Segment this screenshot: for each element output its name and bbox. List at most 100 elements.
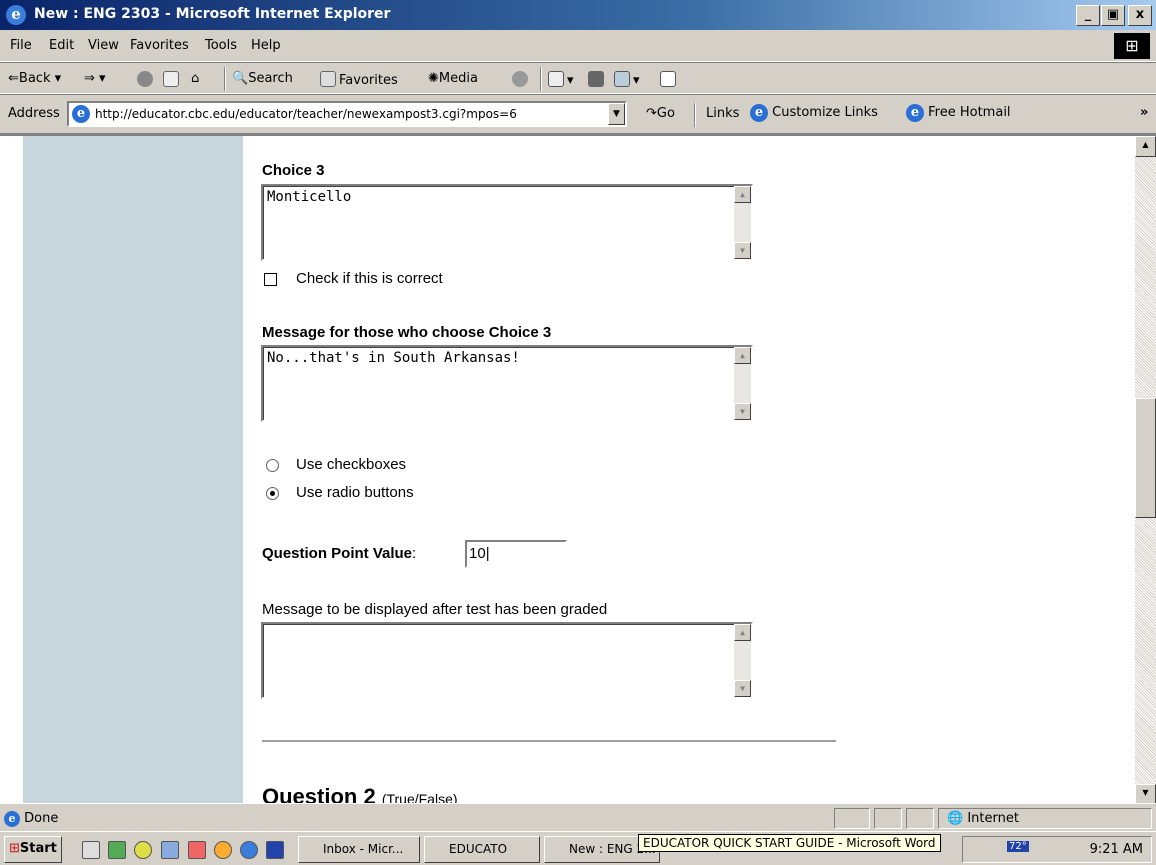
refresh-button[interactable] [163,71,182,88]
history-icon [512,71,528,87]
taskbar-tooltip: EDUCATOR QUICK START GUIDE - Microsoft W… [638,834,941,852]
use-checkboxes-label: Use checkboxes [296,456,407,473]
status-text-wrap: e Done [4,811,58,827]
choice-label: Choice 3 [262,162,325,179]
menu-tools[interactable]: Tools [205,38,237,53]
word-edit-icon [614,71,630,87]
home-icon: ⌂ [191,71,200,86]
scroll-up-icon[interactable]: ▲ [734,186,751,203]
free-hotmail-link[interactable]: e Free Hotmail [906,104,1011,122]
menu-view[interactable]: View [88,38,119,53]
task-inbox[interactable]: Inbox - Micr... [298,836,420,863]
quick-launch-icon[interactable] [188,841,206,859]
window-title: New : ENG 2303 - Microsoft Internet Expl… [34,6,391,22]
search-icon: 🔍 [232,71,249,86]
textarea-scrollbar[interactable]: ▲ ▼ [734,347,751,420]
scroll-down-icon[interactable]: ▼ [734,403,751,420]
media-player-icon[interactable] [134,841,152,859]
go-arrow-icon: ↷ [646,106,657,121]
window-title-bar[interactable]: e New : ENG 2303 - Microsoft Internet Ex… [0,0,1156,30]
page-icon: e [4,811,20,827]
toolbar: ⇐Back ▾ ⇒ ▾ ⌂ 🔍Search Favorites ✺Media ▾… [0,62,1156,94]
use-radio-buttons-radio[interactable] [266,487,279,500]
message-textarea[interactable]: No...that's in South Arkansas! ▲ ▼ [261,345,753,422]
refresh-icon [163,71,179,87]
print-button[interactable] [588,71,607,88]
page-content: Choice 3 Monticello ▲ ▼ Check if this is… [0,134,1156,803]
globe-icon: 🌐 [947,811,964,826]
forward-button[interactable]: ⇒ ▾ [84,71,106,86]
security-zone: 🌐 Internet [938,808,1152,829]
left-sidebar [23,136,243,803]
task-educator[interactable]: EDUCATO [424,836,540,863]
go-button[interactable]: ↷Go [646,106,675,121]
scroll-down-icon[interactable]: ▼ [734,680,751,697]
discuss-button[interactable] [660,71,679,88]
address-label: Address [8,106,60,121]
print-icon [588,71,604,87]
edit-button[interactable]: ▾ [614,71,640,88]
scroll-down-icon[interactable]: ▼ [734,242,751,259]
stop-icon [137,71,153,87]
scroll-up-icon[interactable]: ▲ [734,347,751,364]
menu-help[interactable]: Help [251,38,281,53]
windows-logo-icon: ⊞ [1114,33,1150,59]
start-button[interactable]: ⊞Start [4,836,62,863]
system-tray: 72° 9:21 AM [962,836,1152,863]
close-button[interactable]: x [1128,5,1152,26]
scroll-down-icon[interactable]: ▼ [1135,784,1156,803]
discuss-icon [660,71,676,87]
textarea-scrollbar[interactable]: ▲ ▼ [734,624,751,697]
menu-edit[interactable]: Edit [49,38,74,53]
more-links-chevron-icon[interactable]: » [1140,105,1148,120]
stop-button[interactable] [137,71,156,88]
mail-icon [548,71,564,87]
address-bar: Address e http://educator.cbc.edu/educat… [0,94,1156,134]
ie-link-icon: e [906,104,924,122]
status-bar: e Done 🌐 Internet [0,803,1156,831]
customize-links[interactable]: e Customize Links [750,104,878,122]
minimize-button[interactable]: _ [1076,5,1100,26]
graded-message-textarea[interactable]: ▲ ▼ [261,622,753,699]
scroll-up-icon[interactable]: ▲ [734,624,751,641]
menu-bar: File Edit View Favorites Tools Help ⊞ [0,30,1156,62]
links-label[interactable]: Links [706,106,739,121]
windows-flag-icon: ⊞ [9,841,20,856]
maximize-button[interactable]: ▣ [1101,5,1125,26]
scrollbar-thumb[interactable] [1135,398,1156,518]
back-button[interactable]: ⇐Back ▾ [8,71,61,86]
points-label-wrap: Question Point Value: [262,545,417,562]
textarea-scrollbar[interactable]: ▲ ▼ [734,186,751,259]
address-input[interactable]: e http://educator.cbc.edu/educator/teach… [67,101,627,127]
taskbar: ⊞Start Inbox - Micr... EDUCATO New : ENG… [0,831,1156,865]
weather-temp[interactable]: 72° [1007,841,1029,852]
favorites-icon [320,71,336,87]
quick-launch-icon[interactable] [214,841,232,859]
quick-launch-icon[interactable] [108,841,126,859]
ie-icon[interactable] [240,841,258,859]
choice-textarea[interactable]: Monticello ▲ ▼ [261,184,753,261]
show-desktop-icon[interactable] [82,841,100,859]
use-checkboxes-radio[interactable] [266,459,279,472]
media-button[interactable]: ✺Media [428,71,478,86]
quick-launch-icon[interactable] [161,841,179,859]
search-button[interactable]: 🔍Search [232,71,293,86]
history-button[interactable] [512,71,531,88]
menu-file[interactable]: File [10,38,32,53]
favorites-button[interactable]: Favorites [320,71,398,88]
point-value-input[interactable]: 10| [465,540,567,568]
mail-button[interactable]: ▾ [548,71,574,88]
home-button[interactable]: ⌂ [191,71,199,86]
page-icon: e [72,105,90,123]
correct-label: Check if this is correct [296,270,443,287]
address-dropdown-button[interactable]: ▼ [608,103,625,125]
page-scrollbar[interactable]: ▲ ▼ [1135,136,1156,803]
scroll-up-icon[interactable]: ▲ [1135,136,1156,157]
correct-checkbox[interactable] [264,273,277,286]
menu-favorites[interactable]: Favorites [130,38,189,53]
ie-link-icon: e [750,104,768,122]
clock[interactable]: 9:21 AM [1090,842,1143,857]
use-radio-buttons-label: Use radio buttons [296,484,414,501]
message-label: Message for those who choose Choice 3 [262,324,552,341]
word-icon[interactable] [266,841,284,859]
